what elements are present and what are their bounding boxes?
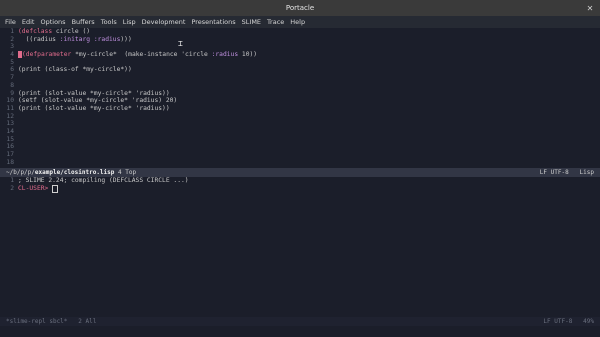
code-line[interactable]: 9 (print (slot-value *my-circle* 'radius)… [0,90,600,98]
menu-item-tools[interactable]: Tools [98,18,120,26]
code-token: 10)) [238,51,258,59]
code-line[interactable]: 17 [0,151,600,159]
modeline-filename: closintro.lisp [63,169,115,176]
modeline-encoding: LF UTF-8 [543,318,573,325]
menu-item-help[interactable]: Help [287,18,308,26]
line-number: 18 [6,158,14,166]
line-number: 16 [6,143,14,151]
code-line[interactable]: 2 ((radius :initarg :radius))) [0,36,600,44]
menu-item-development[interactable]: Development [139,18,189,26]
modeline-path-dir: example/ [34,169,64,176]
menu-item-presentations[interactable]: Presentations [188,18,238,26]
modeline-encoding: LF UTF-8 [539,169,569,176]
code-line[interactable]: 10 (setf (slot-value *my-circle* 'radius)… [0,97,600,105]
editor-modeline: ~/b/p/p/example/closintro.lisp 4 Top LF … [0,168,600,177]
code-token: (defparameter [22,51,72,59]
menu-item-lisp[interactable]: Lisp [120,18,139,26]
line-number: 9 [10,89,14,97]
code-token: (print (slot-value *my-circle* 'radius)) [18,104,170,112]
code-token: :initarg :radius [59,35,121,43]
code-token: *my-circle* (make-instance 'circle [71,51,212,59]
menu-item-options[interactable]: Options [37,18,68,26]
close-icon[interactable]: ✕ [584,2,596,14]
line-number: 14 [6,127,14,135]
menu-item-file[interactable]: File [2,18,19,26]
editor-pane[interactable]: 1 (defclass circle () 2 ((radius :initarg … [0,28,600,168]
line-number: 6 [10,66,14,74]
code-line[interactable]: 18 [0,159,600,167]
code-token: (print (class-of *my-circle*)) [18,66,132,74]
code-line[interactable]: 1 (defclass circle () [0,28,600,36]
menu-item-buffers[interactable]: Buffers [69,18,98,26]
code-line[interactable]: 7 [0,74,600,82]
modeline-path-prefix: ~/b/p/p/ [6,169,35,176]
code-line[interactable]: 16 [0,143,600,151]
code-line[interactable]: 3 [0,43,600,51]
mouse-pointer-icon: ⌶ [178,39,183,48]
menu-bar: File Edit Options Buffers Tools Lisp Developme… [0,16,600,28]
code-token: ))) [120,35,132,43]
repl-prompt: CL-USER> [18,184,49,192]
line-number: 7 [10,74,14,82]
code-token: :radius [211,51,239,59]
code-token: (setf (slot-value *my-circle* 'radius) 2… [18,97,178,105]
code-line[interactable]: 15 [0,136,600,144]
modeline-zoom: 49% [583,318,594,325]
menu-item-trace[interactable]: Trace [264,18,287,26]
line-number: 8 [10,81,14,89]
line-number: 2 [10,35,14,43]
repl-line: 1 ; SLIME 2.24; compiling (DEFCLASS CIRC… [10,177,189,184]
modeline-buffer: *slime-repl sbcl* [6,318,68,325]
line-number: 10 [6,97,14,105]
code-line[interactable]: 13 [0,120,600,128]
portacle-window: Portacle ✕ File Edit Options Buffers Tools Li… [0,0,600,337]
code-token: (defclass [18,28,53,35]
code-token: (print (slot-value *my-circle* 'radius)) [18,89,170,97]
modeline-position: 2 All [78,318,97,325]
line-number: 17 [6,151,14,158]
code-line[interactable]: 8 [0,82,600,90]
repl-pane[interactable]: 1 ; SLIME 2.24; compiling (DEFCLASS CIRC… [0,177,600,317]
menu-item-slime[interactable]: SLIME [239,18,264,26]
line-number: 13 [6,120,14,128]
modeline-position: 4 Top [118,169,137,176]
window-title: Portacle [285,4,315,12]
line-number: 3 [10,43,14,51]
repl-output: ; SLIME 2.24; compiling (DEFCLASS CIRCLE… [18,177,189,184]
title-bar: Portacle ✕ [0,0,600,16]
repl-cursor[interactable] [52,184,59,193]
repl-line: 2 CL-USER> [0,184,600,193]
code-line[interactable]: 12 [0,113,600,121]
line-number: 4 [10,51,14,59]
line-number: 5 [10,58,14,66]
code-line[interactable]: 5 [0,59,600,67]
repl-modeline: *slime-repl sbcl* 2 All LF UTF-8 49% [0,317,600,326]
line-number: 12 [6,112,14,120]
line-number: 15 [6,135,14,143]
code-token: circle () [52,28,91,35]
line-number: 1 [10,28,14,35]
code-line[interactable]: 11 (print (slot-value *my-circle* 'radius… [0,105,600,113]
code-line[interactable]: 14 [0,128,600,136]
code-line[interactable]: 4 (defparameter *my-circle* (make-instanc… [0,51,600,59]
menu-item-edit[interactable]: Edit [19,18,38,26]
modeline-mode: Lisp [579,169,594,176]
code-token: ((radius [18,35,60,43]
code-line[interactable]: 6 (print (class-of *my-circle*)) [0,66,600,74]
line-number: 11 [6,104,14,112]
